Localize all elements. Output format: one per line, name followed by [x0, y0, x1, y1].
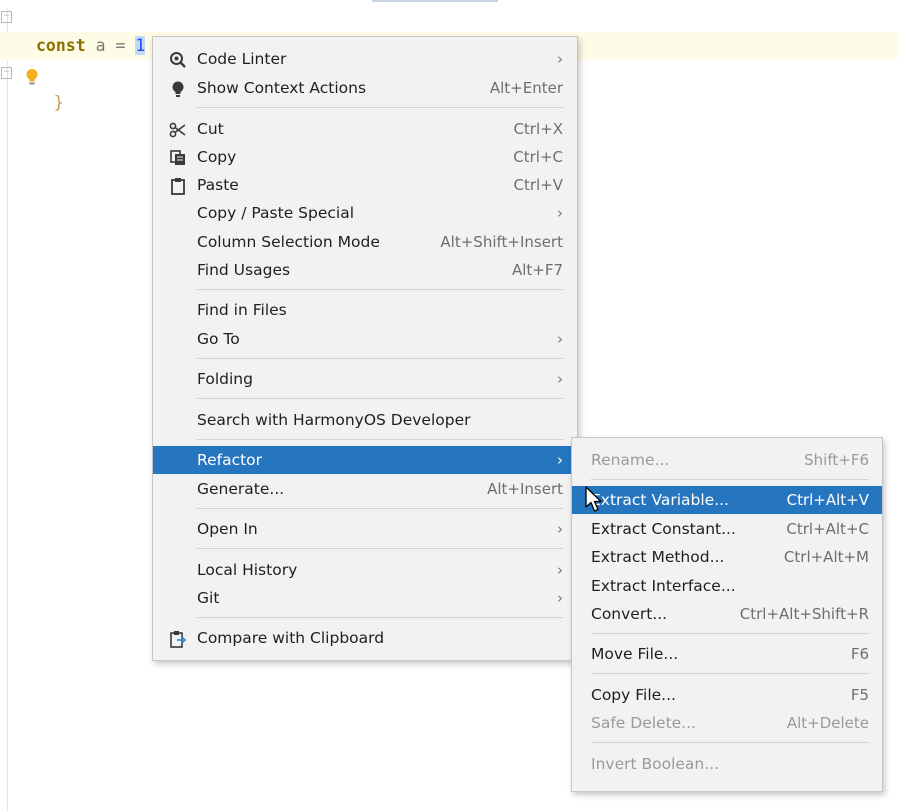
menu-item-copy[interactable]: Copy Ctrl+C — [153, 143, 577, 171]
submenu-item-safe-delete[interactable]: Safe Delete... Alt+Delete — [572, 709, 882, 737]
submenu-item-invert-boolean[interactable]: Invert Boolean... — [572, 750, 882, 778]
gutter-divider — [7, 8, 8, 811]
selected-literal: 1 — [135, 36, 146, 55]
menu-separator — [591, 633, 869, 634]
fold-open-icon[interactable]: − — [1, 11, 12, 23]
menu-item-copy-paste-special[interactable]: Copy / Paste Special › — [153, 199, 577, 227]
compare-clipboard-icon — [170, 631, 187, 648]
menu-item-show-context-actions[interactable]: Show Context Actions Alt+Enter — [153, 74, 577, 102]
submenu-item-extract-method[interactable]: Extract Method... Ctrl+Alt+M — [572, 543, 882, 571]
menu-item-find-in-files[interactable]: Find in Files — [153, 296, 577, 324]
menu-separator — [197, 617, 563, 618]
clipboard-icon — [171, 178, 185, 195]
menu-separator — [197, 358, 563, 359]
menu-item-refactor[interactable]: Refactor › — [153, 446, 577, 474]
submenu-item-extract-interface[interactable]: Extract Interface... — [572, 572, 882, 600]
menu-separator — [197, 289, 563, 290]
menu-separator — [197, 548, 563, 549]
refactor-submenu: Rename... Shift+F6 Extract Variable... C… — [571, 437, 883, 792]
submenu-item-extract-variable[interactable]: Extract Variable... Ctrl+Alt+V — [572, 486, 882, 514]
menu-item-open-in[interactable]: Open In › — [153, 515, 577, 543]
menu-separator — [591, 479, 869, 480]
menu-separator — [591, 742, 869, 743]
chevron-right-icon: › — [557, 50, 563, 68]
lightbulb-icon[interactable] — [25, 68, 39, 86]
menu-item-paste[interactable]: Paste Ctrl+V — [153, 171, 577, 199]
menu-separator — [197, 508, 563, 509]
context-menu: Code Linter › Show Context Actions Alt+E… — [152, 36, 578, 661]
variable-name: a — [95, 36, 106, 55]
menu-item-local-history[interactable]: Local History › — [153, 556, 577, 584]
chevron-right-icon: › — [557, 330, 563, 348]
chevron-right-icon: › — [557, 451, 563, 469]
scissors-icon — [169, 122, 186, 138]
menu-item-generate[interactable]: Generate... Alt+Insert — [153, 475, 577, 503]
submenu-item-move-file[interactable]: Move File... F6 — [572, 640, 882, 668]
copy-icon — [170, 150, 185, 165]
chevron-right-icon: › — [557, 370, 563, 388]
menu-item-go-to[interactable]: Go To › — [153, 325, 577, 353]
menu-item-compare-clipboard[interactable]: Compare with Clipboard — [153, 624, 577, 652]
keyword-const: const — [36, 36, 86, 55]
chevron-right-icon: › — [557, 520, 563, 538]
submenu-item-convert[interactable]: Convert... Ctrl+Alt+Shift+R — [572, 600, 882, 628]
chevron-right-icon: › — [557, 589, 563, 607]
menu-item-code-linter[interactable]: Code Linter › — [153, 45, 577, 73]
lightbulb-icon — [172, 81, 184, 97]
menu-item-git[interactable]: Git › — [153, 584, 577, 612]
editor-tab-edge — [372, 0, 498, 2]
mouse-cursor-icon — [585, 486, 602, 512]
menu-item-column-selection-mode[interactable]: Column Selection Mode Alt+Shift+Insert — [153, 228, 577, 256]
code-line-1[interactable]: function test() { — [16, 3, 225, 54]
submenu-item-rename[interactable]: Rename... Shift+F6 — [572, 446, 882, 474]
menu-separator — [591, 673, 869, 674]
submenu-item-copy-file[interactable]: Copy File... F5 — [572, 681, 882, 709]
menu-separator — [197, 439, 563, 440]
menu-item-cut[interactable]: Cut Ctrl+X — [153, 115, 577, 143]
fold-close-icon[interactable]: − — [1, 67, 12, 79]
chevron-right-icon: › — [557, 561, 563, 579]
submenu-item-extract-constant[interactable]: Extract Constant... Ctrl+Alt+C — [572, 515, 882, 543]
menu-separator — [197, 107, 563, 108]
code-linter-icon — [170, 52, 186, 68]
menu-item-folding[interactable]: Folding › — [153, 365, 577, 393]
menu-item-find-usages[interactable]: Find Usages Alt+F7 — [153, 256, 577, 284]
menu-item-search-harmonyos[interactable]: Search with HarmonyOS Developer — [153, 406, 577, 434]
menu-separator — [197, 398, 563, 399]
chevron-right-icon: › — [557, 204, 563, 222]
